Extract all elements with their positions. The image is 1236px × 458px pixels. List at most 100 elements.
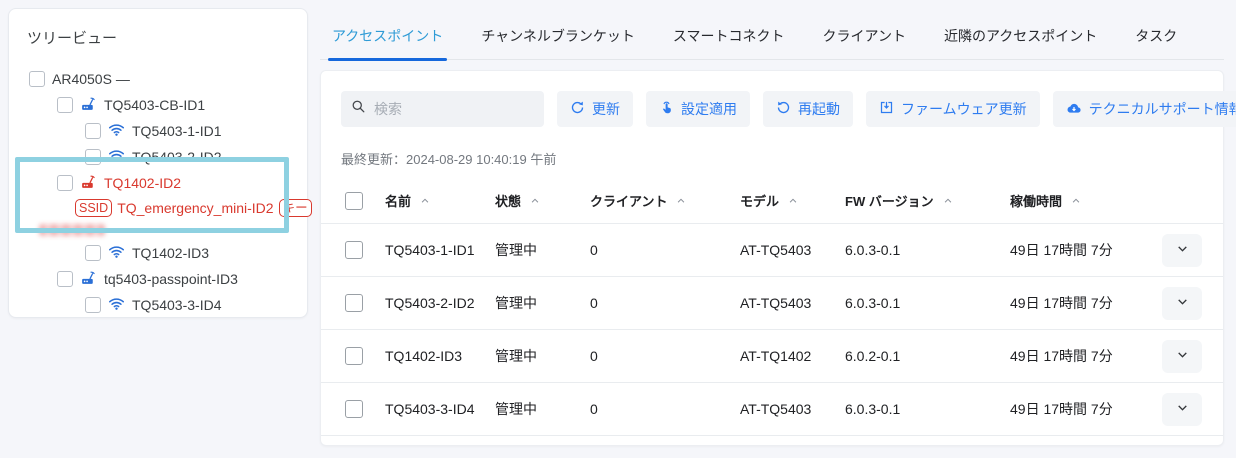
column-header-model[interactable]: モデル [740, 191, 845, 210]
row-checkbox[interactable] [345, 400, 363, 418]
row-expand-button[interactable] [1162, 234, 1202, 267]
firmware-update-button[interactable]: ファームウェア更新 [866, 91, 1040, 127]
cell-status: 管理中 [495, 346, 590, 366]
cell-clients: 0 [590, 348, 740, 364]
row-expand-button[interactable] [1162, 287, 1202, 320]
tab-tasks[interactable]: タスク [1135, 26, 1177, 48]
cell-name: TQ5403-2-ID2 [385, 295, 495, 311]
cell-uptime: 49日 17時間 7分 [1010, 293, 1160, 313]
access-points-panel: 更新 設定適用 再起動 ファームウェア更新 テクニカルサポート情報 [320, 70, 1224, 446]
cell-fw-version: 6.0.3-0.1 [845, 295, 1010, 311]
cell-name: TQ5403-3-ID4 [385, 401, 495, 417]
tab-bar: アクセスポイント チャンネルブランケット スマートコネクト クライアント 近隣の… [320, 14, 1224, 60]
sort-caret-icon[interactable] [943, 196, 953, 206]
cell-fw-version: 6.0.3-0.1 [845, 242, 1010, 258]
column-header-status[interactable]: 状態 [495, 191, 590, 210]
tree-node-tq5403-3-id4[interactable]: TQ5403-3-ID4 [25, 292, 293, 318]
firmware-download-icon [879, 100, 894, 118]
cell-status: 管理中 [495, 293, 590, 313]
tree-node-label: AR4050S — [52, 71, 130, 87]
sort-caret-icon[interactable] [420, 196, 430, 206]
tab-channel-blanket[interactable]: チャンネルブランケット [481, 26, 635, 48]
access-point-alert-icon [80, 173, 97, 193]
cell-model: AT-TQ5403 [740, 401, 845, 417]
sort-caret-icon[interactable] [676, 196, 686, 206]
chevron-down-icon [1176, 295, 1189, 311]
tree-node-tq5403-2-id2[interactable]: TQ5403-2-ID2 [25, 144, 293, 170]
checkbox[interactable] [57, 97, 73, 113]
column-header-clients[interactable]: クライアント [590, 191, 740, 210]
tree-node-label: TQ5403-1-ID1 [132, 123, 221, 139]
cell-clients: 0 [590, 401, 740, 417]
wifi-icon [108, 147, 125, 167]
sort-caret-icon[interactable] [788, 196, 798, 206]
cell-clients: 0 [590, 295, 740, 311]
last-updated-text: 最終更新：2024-08-29 10:40:19 午前 [341, 149, 1203, 168]
column-header-uptime[interactable]: 稼働時間 [1010, 191, 1160, 210]
row-checkbox[interactable] [345, 294, 363, 312]
sort-caret-icon[interactable] [1071, 196, 1081, 206]
cell-clients: 0 [590, 242, 740, 258]
tree-node-ar4050s[interactable]: AR4050S — [25, 66, 293, 92]
table-row: TQ5403-3-ID4 管理中 0 AT-TQ5403 6.0.3-0.1 4… [321, 383, 1223, 436]
tree-node-tq1402-id3[interactable]: TQ1402-ID3 [25, 240, 293, 266]
row-expand-button[interactable] [1162, 340, 1202, 373]
access-point-icon [80, 95, 97, 115]
tree-node-label: TQ5403-3-ID4 [132, 297, 221, 313]
access-point-icon [80, 269, 97, 289]
row-expand-button[interactable] [1162, 393, 1202, 426]
cell-uptime: 49日 17時間 7分 [1010, 240, 1160, 260]
tree-node-tq1402-id2-alert[interactable]: TQ1402-ID2 [25, 170, 293, 196]
checkbox[interactable] [85, 245, 101, 261]
tab-neighbor-access-points[interactable]: 近隣のアクセスポイント [944, 26, 1097, 48]
toolbar: 更新 設定適用 再起動 ファームウェア更新 テクニカルサポート情報 [321, 91, 1223, 127]
wifi-icon [108, 243, 125, 263]
row-checkbox[interactable] [345, 347, 363, 365]
checkbox[interactable] [57, 271, 73, 287]
chevron-down-icon [1176, 401, 1189, 417]
ssid-name: TQ_emergency_mini-ID2 [117, 200, 273, 216]
sort-caret-icon[interactable] [530, 196, 540, 206]
select-all-checkbox[interactable] [345, 192, 363, 210]
cloud-download-icon [1066, 100, 1082, 119]
tree-view-title: ツリービュー [27, 27, 293, 48]
wifi-icon [108, 295, 125, 315]
tab-clients[interactable]: クライアント [823, 26, 906, 48]
refresh-button[interactable]: 更新 [557, 91, 633, 127]
tree-node-label: tq5403-passpoint-ID3 [104, 271, 238, 287]
tab-access-points[interactable]: アクセスポイント [332, 26, 443, 48]
cell-status: 管理中 [495, 399, 590, 419]
search-box[interactable] [341, 91, 544, 127]
tree-view-panel: ツリービュー AR4050S — TQ5403-CB-ID1 TQ5403-1-… [8, 8, 308, 318]
checkbox[interactable] [85, 123, 101, 139]
tree-node-label: TQ1402-ID2 [104, 175, 181, 191]
tech-support-button[interactable]: テクニカルサポート情報 [1053, 91, 1236, 127]
tab-smart-connect[interactable]: スマートコネクト [673, 26, 785, 48]
cell-uptime: 49日 17時間 7分 [1010, 346, 1160, 366]
refresh-icon [570, 100, 585, 118]
wifi-icon [108, 121, 125, 141]
apply-config-button[interactable]: 設定適用 [646, 91, 750, 127]
column-header-fw-version[interactable]: FW バージョン [845, 191, 1010, 210]
touch-apply-icon [659, 100, 674, 118]
cell-model: AT-TQ5403 [740, 242, 845, 258]
table-row: TQ1402-ID3 管理中 0 AT-TQ1402 6.0.2-0.1 49日… [321, 330, 1223, 383]
table-row: TQ5403-1-ID1 管理中 0 AT-TQ5403 6.0.3-0.1 4… [321, 224, 1223, 277]
checkbox[interactable] [85, 297, 101, 313]
cell-fw-version: 6.0.2-0.1 [845, 348, 1010, 364]
cell-status: 管理中 [495, 240, 590, 260]
reboot-button[interactable]: 再起動 [763, 91, 853, 127]
search-icon [351, 99, 366, 119]
column-header-name[interactable]: 名前 [385, 191, 495, 210]
checkbox[interactable] [57, 175, 73, 191]
tree-node-tq5403-cb-id1[interactable]: TQ5403-CB-ID1 [25, 92, 293, 118]
tree-node-tq5403-1-id1[interactable]: TQ5403-1-ID1 [25, 118, 293, 144]
cell-model: AT-TQ5403 [740, 295, 845, 311]
checkbox[interactable] [85, 149, 101, 165]
checkbox[interactable] [29, 71, 45, 87]
tree-node-tq5403-passpoint-id3[interactable]: tq5403-passpoint-ID3 [25, 266, 293, 292]
search-input[interactable] [374, 101, 534, 117]
row-checkbox[interactable] [345, 241, 363, 259]
redacted-key-blur [39, 224, 105, 236]
restart-icon [776, 100, 791, 118]
